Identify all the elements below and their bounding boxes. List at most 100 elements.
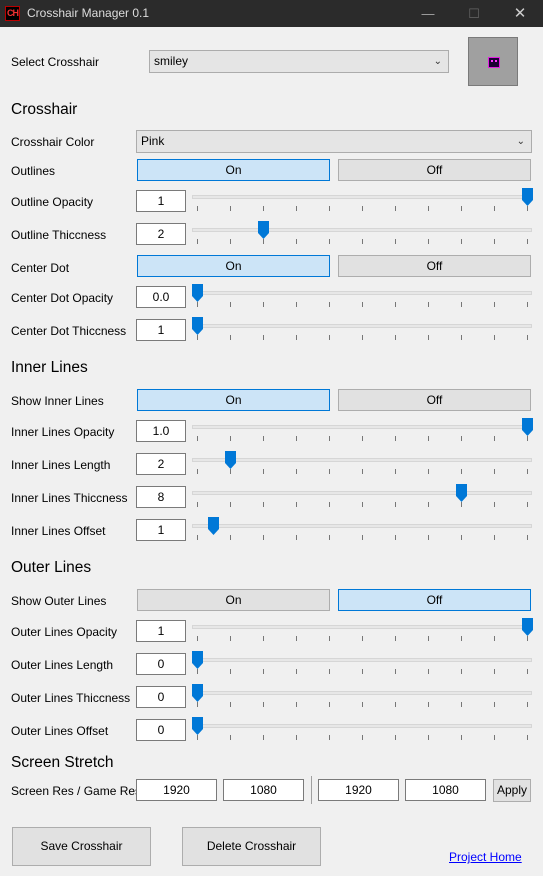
center-dot-opacity-input[interactable]: 0.0 — [136, 286, 186, 308]
slider-tick — [229, 502, 231, 507]
outer-lines-opacity-input[interactable]: 1 — [136, 620, 186, 642]
game-height-input[interactable]: 1080 — [405, 779, 486, 801]
inner-lines-on-button[interactable]: On — [137, 389, 330, 411]
outer-lines-thiccness-slider[interactable] — [191, 684, 532, 710]
inner-lines-offset-input[interactable]: 1 — [136, 519, 186, 541]
slider-tick — [427, 636, 429, 641]
inner-lines-off-button[interactable]: Off — [338, 389, 531, 411]
slider-tick — [229, 302, 231, 307]
outlines-on-button[interactable]: On — [137, 159, 330, 181]
inner-lines-length-input[interactable]: 2 — [136, 453, 186, 475]
slider-thumb-icon[interactable] — [191, 651, 203, 669]
center-dot-thiccness-slider[interactable] — [191, 317, 532, 343]
outline-opacity-slider[interactable] — [192, 188, 533, 214]
slider-tick — [460, 302, 462, 307]
slider-tick — [262, 206, 264, 211]
screen-width-input[interactable]: 1920 — [136, 779, 217, 801]
slider-thumb-icon[interactable] — [257, 221, 269, 239]
slider-tick — [526, 436, 528, 441]
slider-tick — [262, 469, 264, 474]
slider-thumb-icon[interactable] — [191, 717, 203, 735]
slider-tick — [328, 469, 330, 474]
slider-track — [192, 691, 532, 695]
slider-track — [192, 228, 532, 232]
inner-lines-length-slider[interactable] — [192, 451, 532, 477]
slider-tick — [262, 335, 264, 340]
inner-lines-opacity-slider[interactable] — [192, 418, 533, 444]
outline-thiccness-input[interactable]: 2 — [136, 223, 186, 245]
screen-height-input[interactable]: 1080 — [223, 779, 304, 801]
minimize-button[interactable]: — — [405, 0, 451, 27]
section-inner-lines-heading: Inner Lines — [11, 359, 88, 376]
slider-thumb-icon[interactable] — [521, 188, 533, 206]
slider-tick — [229, 436, 231, 441]
slider-tick — [196, 636, 198, 641]
outer-lines-length-input[interactable]: 0 — [136, 653, 186, 675]
smiley-crosshair-icon — [488, 57, 500, 68]
select-crosshair-label: Select Crosshair — [11, 55, 100, 69]
divider — [311, 776, 312, 804]
outline-opacity-input[interactable]: 1 — [136, 190, 186, 212]
slider-thumb-icon[interactable] — [208, 517, 219, 535]
outer-lines-thiccness-input[interactable]: 0 — [136, 686, 186, 708]
slider-tick — [526, 335, 528, 340]
inner-lines-thiccness-slider[interactable] — [192, 484, 532, 510]
slider-tick — [262, 669, 264, 674]
slider-tick — [427, 702, 429, 707]
slider-thumb-icon[interactable] — [191, 317, 203, 335]
slider-tick — [262, 502, 264, 507]
slider-tick — [196, 436, 198, 441]
slider-thumb-icon[interactable] — [191, 684, 203, 702]
outer-lines-on-button[interactable]: On — [137, 589, 330, 611]
slider-thumb-icon[interactable] — [521, 618, 533, 636]
slider-tick — [295, 469, 297, 474]
apply-button[interactable]: Apply — [493, 779, 531, 802]
inner-lines-thiccness-label: Inner Lines Thiccness — [11, 491, 128, 505]
slider-tick — [295, 302, 297, 307]
center-dot-on-button[interactable]: On — [137, 255, 330, 277]
slider-tick — [361, 436, 363, 441]
close-button[interactable]: ✕ — [497, 0, 543, 27]
outline-thiccness-slider[interactable] — [192, 221, 532, 247]
center-dot-opacity-slider[interactable] — [191, 284, 532, 310]
slider-tick — [427, 239, 429, 244]
app-logo-icon: CH — [5, 6, 20, 21]
slider-thumb-icon[interactable] — [521, 418, 533, 436]
inner-lines-offset-slider[interactable] — [192, 517, 532, 543]
game-width-input[interactable]: 1920 — [318, 779, 399, 801]
slider-tick — [361, 302, 363, 307]
crosshair-select[interactable]: smiley ⌄ — [149, 50, 449, 73]
slider-tick — [460, 502, 462, 507]
center-dot-opacity-label: Center Dot Opacity — [11, 291, 114, 305]
outer-lines-offset-slider[interactable] — [191, 717, 532, 743]
slider-thumb-icon[interactable] — [455, 484, 467, 502]
outer-lines-opacity-slider[interactable] — [192, 618, 533, 644]
inner-lines-thiccness-input[interactable]: 8 — [136, 486, 186, 508]
inner-lines-opacity-label: Inner Lines Opacity — [11, 425, 115, 439]
slider-thumb-icon[interactable] — [191, 284, 203, 302]
slider-tick — [229, 535, 231, 540]
outer-lines-off-button[interactable]: Off — [338, 589, 531, 611]
slider-tick — [295, 669, 297, 674]
inner-lines-opacity-input[interactable]: 1.0 — [136, 420, 186, 442]
slider-tick — [493, 206, 495, 211]
center-dot-thiccness-input[interactable]: 1 — [136, 319, 186, 341]
outer-lines-length-slider[interactable] — [191, 651, 532, 677]
slider-tick — [460, 702, 462, 707]
crosshair-color-select[interactable]: Pink ⌄ — [136, 130, 532, 153]
project-home-link[interactable]: Project Home — [449, 850, 522, 864]
outer-lines-offset-input[interactable]: 0 — [136, 719, 186, 741]
slider-tick — [394, 502, 396, 507]
center-dot-thiccness-label: Center Dot Thiccness — [11, 324, 127, 338]
delete-crosshair-button[interactable]: Delete Crosshair — [182, 827, 321, 866]
slider-tick — [394, 535, 396, 540]
slider-tick — [427, 206, 429, 211]
maximize-button[interactable]: ☐ — [451, 0, 497, 27]
slider-thumb-icon[interactable] — [224, 451, 236, 469]
center-dot-off-button[interactable]: Off — [338, 255, 531, 277]
outlines-off-button[interactable]: Off — [338, 159, 531, 181]
slider-tick — [262, 436, 264, 441]
save-crosshair-button[interactable]: Save Crosshair — [12, 827, 151, 866]
slider-tick — [229, 335, 231, 340]
slider-tick — [493, 469, 495, 474]
